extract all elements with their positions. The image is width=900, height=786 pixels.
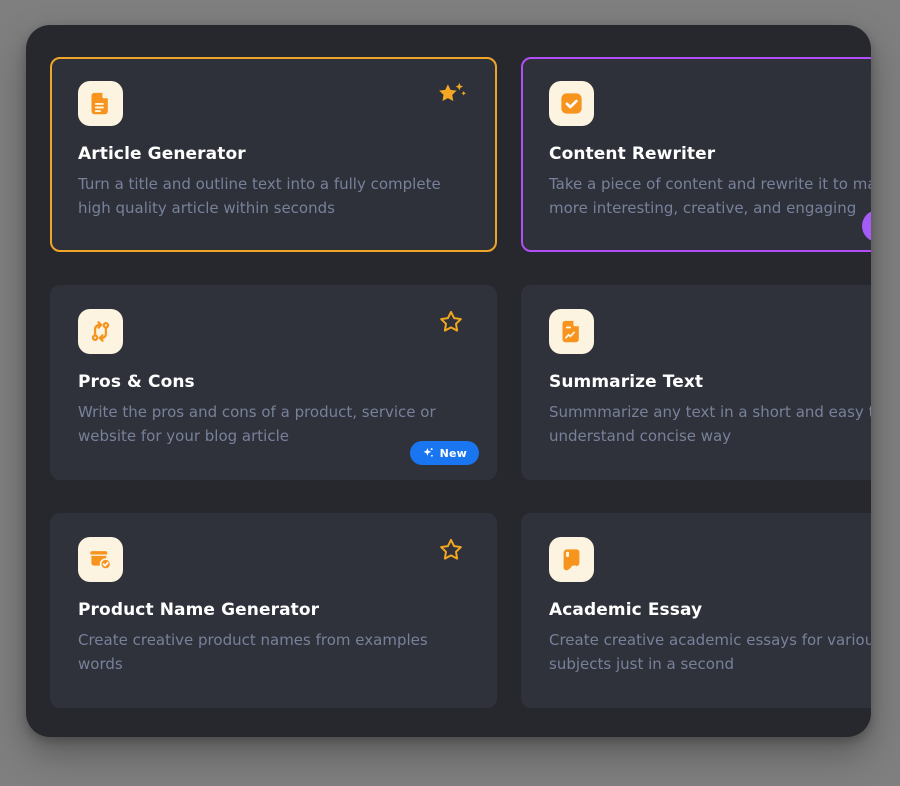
card-content-rewriter[interactable]: Content Rewriter Take a piece of content…	[521, 57, 871, 252]
card-title: Academic Essay	[549, 600, 871, 620]
favorite-outline-star-icon[interactable]	[435, 309, 467, 336]
card-academic-essay[interactable]: Academic Essay Create creative academic …	[521, 513, 871, 708]
checkbox-icon	[549, 81, 594, 126]
article-document-icon	[78, 81, 123, 126]
card-description: Summmarize any text in a short and easy …	[549, 400, 871, 449]
card-title: Product Name Generator	[78, 600, 469, 620]
card-title: Pros & Cons	[78, 372, 469, 392]
card-description: Write the pros and cons of a product, se…	[78, 400, 469, 449]
card-summarize-text[interactable]: Summarize Text Summmarize any text in a …	[521, 285, 871, 480]
card-article-generator[interactable]: Article Generator Turn a title and outli…	[50, 57, 497, 252]
card-title: Summarize Text	[549, 372, 871, 392]
card-description: Turn a title and outline text into a ful…	[78, 172, 469, 221]
sparkle-icon	[422, 447, 434, 459]
app-surface: Article Generator Turn a title and outli…	[26, 25, 871, 737]
new-badge-label: New	[440, 447, 467, 460]
new-badge: New	[410, 441, 479, 465]
card-description: Take a piece of content and rewrite it t…	[549, 172, 871, 221]
card-product-name-generator[interactable]: Product Name Generator Create creative p…	[50, 513, 497, 708]
card-pros-cons[interactable]: Pros & Cons Write the pros and cons of a…	[50, 285, 497, 480]
card-description: Create creative academic essays for vari…	[549, 628, 871, 677]
favorite-filled-star-icon[interactable]	[435, 81, 467, 108]
card-description: Create creative product names from examp…	[78, 628, 430, 677]
product-box-check-icon	[78, 537, 123, 582]
scroll-icon	[549, 537, 594, 582]
tools-grid: Article Generator Turn a title and outli…	[50, 57, 871, 708]
swap-arrows-icon	[78, 309, 123, 354]
card-title: Article Generator	[78, 144, 469, 164]
card-title: Content Rewriter	[549, 144, 871, 164]
summary-document-icon	[549, 309, 594, 354]
favorite-outline-star-icon[interactable]	[435, 537, 467, 564]
